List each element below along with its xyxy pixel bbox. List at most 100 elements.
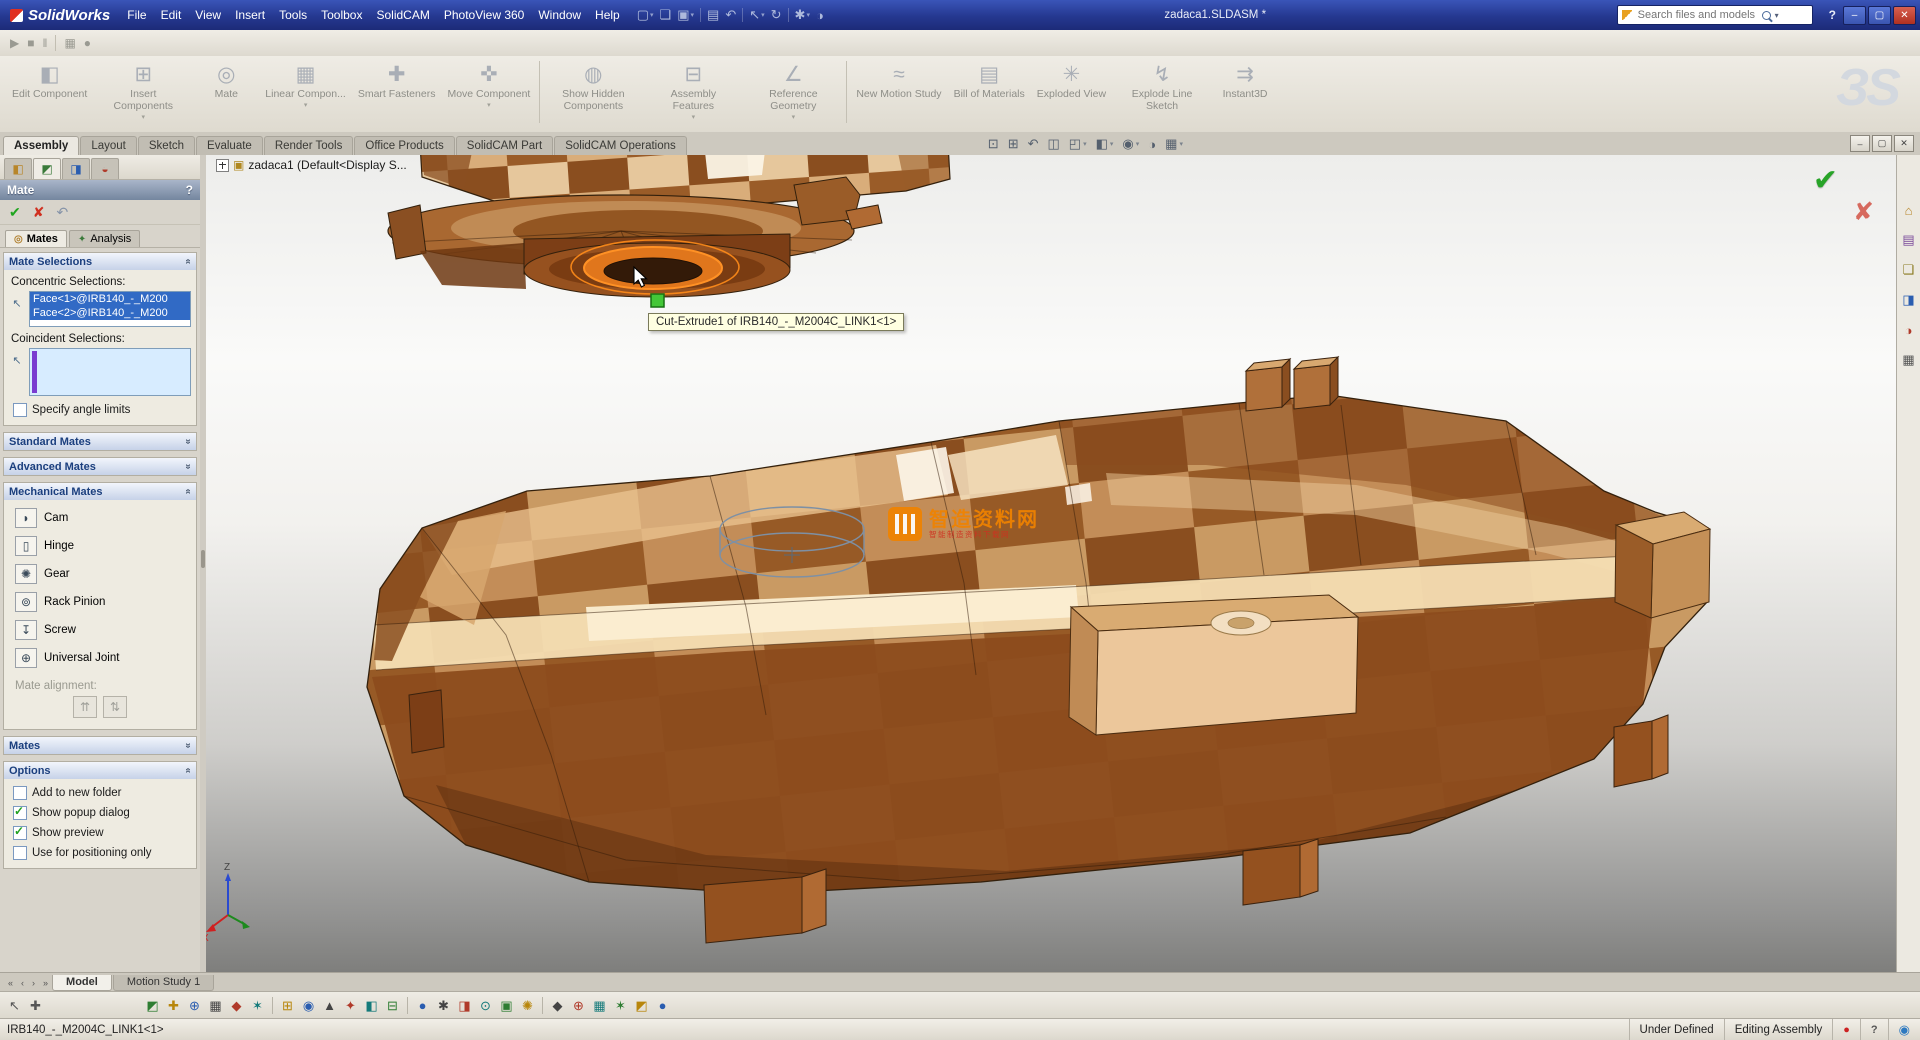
tab-render-tools[interactable]: Render Tools <box>264 136 354 155</box>
select-icon[interactable]: ↖▾ <box>749 7 764 23</box>
solidcam-tool-icon[interactable]: ● <box>654 998 671 1013</box>
option-show-popup-dialog[interactable]: Show popup dialog <box>7 803 193 823</box>
frames-icon[interactable]: ▦ <box>64 36 75 50</box>
search-icon[interactable] <box>1762 11 1771 20</box>
print-icon[interactable]: ▤ <box>707 7 719 23</box>
solidworks-resources-icon[interactable]: ⌂ <box>1898 199 1920 221</box>
mechanical-mates-header[interactable]: Mechanical Mates » <box>4 483 196 500</box>
search-dropdown-caret-icon[interactable]: ▾ <box>1775 11 1779 20</box>
menu-view[interactable]: View <box>188 5 228 25</box>
advanced-mates-header[interactable]: Advanced Mates » <box>4 458 196 475</box>
edit-component-button[interactable]: ◧ Edit Component <box>6 58 93 133</box>
menu-insert[interactable]: Insert <box>228 5 272 25</box>
menu-edit[interactable]: Edit <box>154 5 189 25</box>
dropdown-caret-icon[interactable]: ▾ <box>304 102 308 110</box>
mate-type-rack-pinion[interactable]: ⊚ Rack Pinion <box>7 588 193 616</box>
tab-model[interactable]: Model <box>52 975 112 991</box>
tab-scroll-next-icon[interactable]: › <box>28 978 39 988</box>
new-motion-study-button[interactable]: ≈ New Motion Study <box>850 58 947 133</box>
solidcam-tool-icon[interactable]: ◉ <box>300 998 317 1014</box>
show-popup-dialog-checkbox[interactable] <box>13 806 27 820</box>
solidcam-tool-icon[interactable]: ⊟ <box>384 998 401 1014</box>
menu-window[interactable]: Window <box>531 5 588 25</box>
collapse-chevron-icon[interactable]: » <box>183 489 194 495</box>
restore-button[interactable]: ▢ <box>1868 6 1891 25</box>
tab-scroll-last-icon[interactable]: » <box>39 978 52 988</box>
menu-photoview[interactable]: PhotoView 360 <box>437 5 532 25</box>
mate-type-cam[interactable]: ◗ Cam <box>7 504 193 532</box>
solidcam-tool-icon[interactable]: ◨ <box>456 998 473 1014</box>
section-view-icon[interactable]: ◫ <box>1048 136 1060 152</box>
menu-toolbox[interactable]: Toolbox <box>314 5 369 25</box>
assembly-features-button[interactable]: ⊟ Assembly Features ▾ <box>643 58 743 133</box>
splitter-grip[interactable] <box>201 550 205 568</box>
show-preview-checkbox[interactable] <box>13 826 27 840</box>
expand-chevron-icon[interactable]: » <box>183 464 194 470</box>
zoom-fit-icon[interactable]: ⊡ <box>988 136 999 152</box>
cancel-button[interactable]: ✘ <box>33 205 45 219</box>
reference-geometry-button[interactable]: ∠ Reference Geometry ▾ <box>743 58 843 133</box>
dropdown-caret-icon[interactable]: ▾ <box>692 114 696 122</box>
solidcam-tool-icon[interactable]: ✦ <box>342 998 359 1014</box>
file-explorer-icon[interactable]: ❏ <box>1898 259 1920 281</box>
bill-of-materials-button[interactable]: ▤ Bill of Materials <box>948 58 1031 133</box>
undo-icon[interactable]: ↶ <box>725 7 736 23</box>
tab-analysis[interactable]: ✦ Analysis <box>69 230 140 247</box>
feature-manager-tab[interactable]: ◧ <box>4 158 32 179</box>
move-component-button[interactable]: ✜ Move Component ▾ <box>441 58 536 133</box>
solidcam-tool-icon[interactable]: ✱ <box>435 998 452 1014</box>
doc-minimize-button[interactable]: – <box>1850 135 1870 152</box>
smart-fasteners-button[interactable]: ✚ Smart Fasteners <box>352 58 442 133</box>
minimize-button[interactable]: – <box>1843 6 1866 25</box>
solidcam-tool-icon[interactable]: ▣ <box>498 998 515 1014</box>
solidcam-tool-icon[interactable]: ✺ <box>519 998 536 1014</box>
mate-drag-handle[interactable] <box>651 294 664 307</box>
solidcam-tool-icon[interactable]: ⊕ <box>186 998 203 1014</box>
confirm-cancel-icon[interactable]: ✘ <box>1853 197 1874 227</box>
solidcam-tool-icon[interactable]: ⊕ <box>570 998 587 1014</box>
web-status-icon[interactable]: ◉ <box>1899 1022 1910 1038</box>
linear-component-pattern-button[interactable]: ▦ Linear Compon... ▾ <box>259 58 352 133</box>
solidcam-tool-icon[interactable]: ✚ <box>165 998 182 1014</box>
mate-type-screw[interactable]: ↧ Screw <box>7 616 193 644</box>
specify-angle-limits-checkbox[interactable] <box>13 403 27 417</box>
edit-appearance-icon[interactable]: ◑ <box>816 8 824 23</box>
model-3d[interactable]: Z X <box>206 155 1896 973</box>
standard-mates-header[interactable]: Standard Mates » <box>4 433 196 450</box>
expand-chevron-icon[interactable]: » <box>183 743 194 749</box>
tab-scroll-prev-icon[interactable]: ‹ <box>17 978 28 988</box>
collapse-chevron-icon[interactable]: » <box>183 259 194 265</box>
select-tool-icon[interactable]: ↖ <box>6 998 23 1014</box>
options-header[interactable]: Options » <box>4 762 196 779</box>
undo-button[interactable]: ↶ <box>56 205 68 219</box>
menu-solidcam[interactable]: SolidCAM <box>369 5 436 25</box>
specify-angle-limits-row[interactable]: Specify angle limits <box>7 400 193 420</box>
tab-solidcam-part[interactable]: SolidCAM Part <box>456 136 553 155</box>
aligned-icon[interactable]: ⇈ <box>73 696 97 718</box>
tab-office-products[interactable]: Office Products <box>354 136 454 155</box>
solidcam-tool-icon[interactable]: ◧ <box>363 998 380 1014</box>
solidcam-tool-icon[interactable]: ◩ <box>144 998 161 1014</box>
mate-type-gear[interactable]: ✺ Gear <box>7 560 193 588</box>
edit-appearance-icon[interactable]: ◑ <box>1148 137 1156 152</box>
confirm-ok-icon[interactable]: ✔ <box>1813 163 1838 198</box>
coincident-selection-list[interactable] <box>29 348 191 396</box>
selection-item[interactable]: Face<1>@IRB140_-_M200 <box>30 292 190 306</box>
new-document-icon[interactable]: ▢▾ <box>637 7 654 23</box>
feature-tree-flyout[interactable]: ▣ zadaca1 (Default<Display S... <box>216 158 407 172</box>
view-orientation-icon[interactable]: ◰▾ <box>1069 136 1087 152</box>
save-icon[interactable]: ▣▾ <box>677 7 694 23</box>
graphics-area[interactable]: Z X ▣ zadaca1 (Default<Display S... Cut-… <box>206 155 1896 973</box>
feature-tree-root-label[interactable]: zadaca1 (Default<Display S... <box>248 158 406 172</box>
solidcam-tool-icon[interactable]: ▲ <box>321 998 338 1013</box>
solidcam-tool-icon[interactable]: ✶ <box>612 998 629 1014</box>
previous-view-icon[interactable]: ↶ <box>1028 136 1039 152</box>
help-button[interactable]: ? <box>1829 8 1836 22</box>
solidcam-tool-icon[interactable]: ⊙ <box>477 998 494 1014</box>
collapse-chevron-icon[interactable]: » <box>183 768 194 774</box>
add-tool-icon[interactable]: ✚ <box>27 998 44 1014</box>
zoom-area-icon[interactable]: ⊞ <box>1008 136 1019 152</box>
property-manager-tab[interactable]: ◩ <box>33 158 61 179</box>
play-icon[interactable]: ▶ <box>10 36 19 50</box>
options-icon[interactable]: ✱▾ <box>795 7 810 23</box>
